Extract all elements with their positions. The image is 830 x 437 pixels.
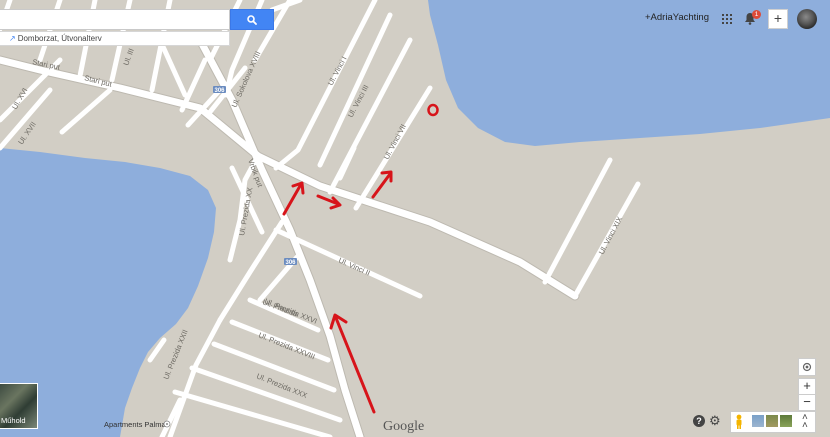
- zoom-in-button[interactable]: +: [798, 378, 816, 395]
- imagery-thumbnail[interactable]: [752, 415, 764, 427]
- apps-grid-icon[interactable]: [722, 14, 732, 24]
- directions-label: Domborzat, Útvonalterv: [17, 34, 102, 43]
- imagery-thumbnail[interactable]: [780, 415, 792, 427]
- user-profile-link[interactable]: +AdriaYachting: [645, 12, 709, 23]
- satellite-label: Műhold: [1, 416, 26, 425]
- directions-link[interactable]: ↗ Domborzat, Útvonalterv: [0, 31, 230, 46]
- pegman-icon[interactable]: [734, 414, 744, 430]
- svg-text:306: 306: [214, 88, 225, 94]
- search-field[interactable]: [2, 11, 231, 30]
- route-shield: 306: [213, 86, 226, 94]
- poi-apartments-palma[interactable]: Apartments Palma: [104, 420, 171, 429]
- avatar[interactable]: [797, 9, 817, 29]
- search-icon: [247, 14, 257, 25]
- help-icon[interactable]: ?: [693, 415, 705, 427]
- directions-icon: ↗: [9, 34, 16, 43]
- gear-icon[interactable]: ⚙: [709, 413, 721, 429]
- notification-count-badge: 1: [752, 10, 761, 19]
- svg-text:306: 306: [285, 260, 296, 266]
- google-logo: Google: [383, 419, 424, 434]
- search-input[interactable]: [0, 9, 231, 30]
- share-button[interactable]: +: [768, 9, 788, 29]
- map-canvas[interactable]: Stari put Stari put Ul. XVI Ul. XVII Ul.…: [0, 0, 830, 437]
- search-button[interactable]: [230, 9, 274, 30]
- location-crosshair-icon: [802, 362, 812, 372]
- my-location-button[interactable]: [798, 358, 816, 376]
- svg-text:Apartments Palma: Apartments Palma: [104, 420, 167, 429]
- expand-chevron-icon[interactable]: ˄ ˄: [802, 413, 808, 431]
- zoom-out-button[interactable]: −: [798, 394, 816, 411]
- imagery-thumbnail[interactable]: [766, 415, 778, 427]
- route-shield: 306: [284, 258, 297, 266]
